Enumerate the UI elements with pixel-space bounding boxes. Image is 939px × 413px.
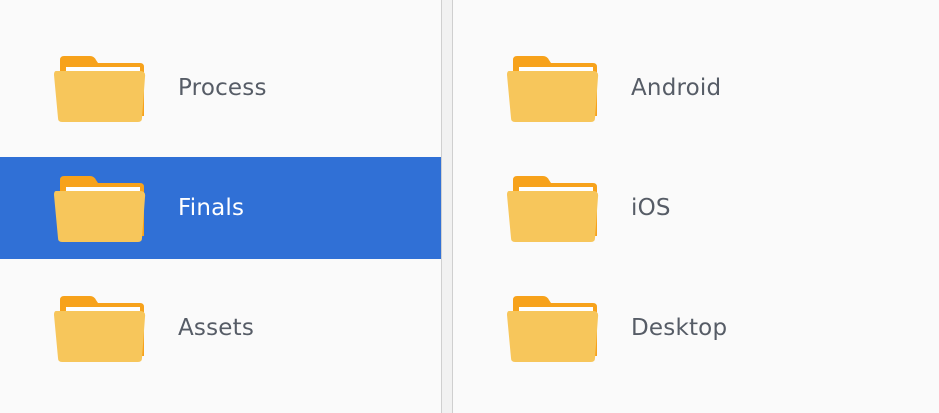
right-column: Android iOS Desktop (453, 0, 939, 413)
item-label: iOS (631, 195, 671, 221)
column-browser: Process Finals Assets Android iOS Deskto… (0, 0, 939, 413)
item-label: Finals (178, 195, 245, 221)
item-label: Desktop (631, 315, 728, 341)
folder-icon (507, 176, 601, 242)
list-item-ios[interactable]: iOS (453, 157, 939, 259)
item-label: Assets (178, 315, 255, 341)
list-item-android[interactable]: Android (453, 37, 939, 139)
folder-icon (54, 296, 148, 362)
folder-icon (54, 56, 148, 122)
left-column: Process Finals Assets (0, 0, 441, 413)
list-item-finals[interactable]: Finals (0, 157, 441, 259)
folder-icon (507, 296, 601, 362)
list-item-desktop[interactable]: Desktop (453, 277, 939, 379)
list-item-process[interactable]: Process (0, 37, 441, 139)
folder-icon (54, 176, 148, 242)
item-label: Process (178, 75, 267, 101)
column-divider (441, 0, 442, 413)
list-item-assets[interactable]: Assets (0, 277, 441, 379)
folder-icon (507, 56, 601, 122)
item-label: Android (631, 75, 722, 101)
